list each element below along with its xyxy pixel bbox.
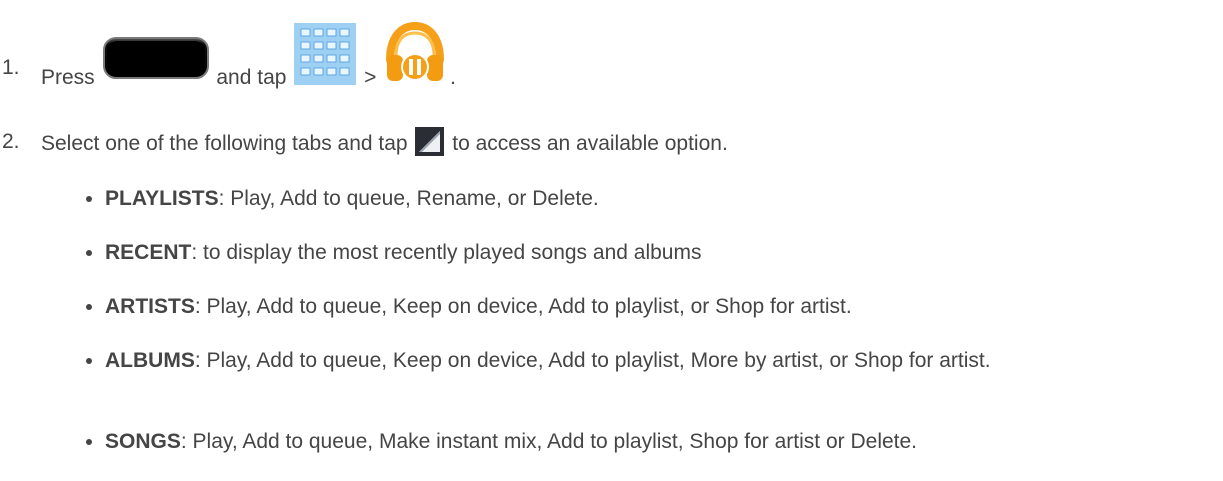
tab-name: PLAYLISTS — [105, 187, 219, 210]
menu-corner-icon — [415, 127, 445, 156]
step-1-text: Press and tap > . — [41, 21, 456, 100]
step-number: 1. — [2, 56, 20, 79]
bullet-dot — [86, 250, 92, 256]
bullet-dot — [86, 439, 92, 445]
list-item: SONGS: Play, Add to queue, Make instant … — [86, 428, 1223, 455]
home-key-icon — [102, 37, 209, 79]
step-text-segment: to access an available option. — [452, 132, 728, 156]
list-item: ARTISTS: Play, Add to queue, Keep on dev… — [86, 293, 1223, 320]
tab-description: : Play, Add to queue, Keep on device, Ad… — [194, 295, 852, 318]
tab-description: : to display the most recently played so… — [191, 241, 702, 264]
bullet-dot — [86, 358, 92, 364]
tab-description: : Play, Add to queue, Make instant mix, … — [180, 430, 918, 453]
tab-description: : Play, Add to queue, Rename, or Delete. — [218, 187, 599, 210]
tab-name: ALBUMS — [105, 349, 195, 372]
step-text-segment: Press — [41, 66, 95, 89]
tab-name: ARTISTS — [105, 295, 195, 318]
step-text-segment: > — [364, 66, 377, 89]
bullet-dot — [86, 304, 92, 310]
step-text-segment: . — [450, 66, 456, 89]
tab-name: RECENT — [105, 241, 192, 264]
play-music-headphones-icon — [384, 21, 446, 86]
list-item: PLAYLISTS: Play, Add to queue, Rename, o… — [86, 185, 1223, 212]
step-text-segment: and tap — [216, 66, 287, 89]
step-text-segment: Select one of the following tabs and tap — [41, 132, 408, 156]
list-item: RECENT: to display the most recently pla… — [86, 239, 1223, 266]
step-2-text: Select one of the following tabs and tap… — [41, 127, 728, 159]
list-item: ALBUMS: Play, Add to queue, Keep on devi… — [86, 347, 1205, 374]
tab-name: SONGS — [105, 430, 181, 453]
tab-description: : Play, Add to queue, Keep on device, Ad… — [194, 349, 991, 372]
apps-grid-icon — [294, 23, 357, 85]
bullet-dot — [86, 196, 92, 202]
step-number: 2. — [2, 130, 20, 153]
